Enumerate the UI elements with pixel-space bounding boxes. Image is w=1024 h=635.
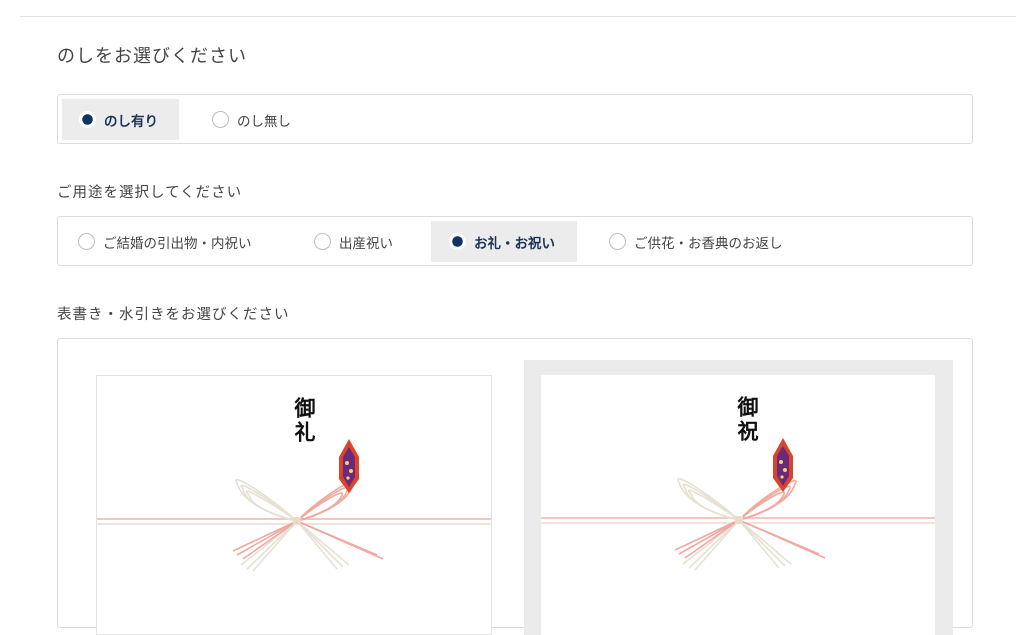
- noshi-no-option[interactable]: のし無し: [212, 99, 332, 140]
- noshi-yes-option[interactable]: のし有り: [62, 99, 179, 140]
- purpose-thanks-label: お礼・お祝い: [474, 235, 555, 252]
- purpose-condolence-option[interactable]: ご供花・お香典のお返し: [609, 221, 829, 262]
- noshi-heading: のしをお選びください: [57, 46, 247, 67]
- radio-unselected-icon[interactable]: [212, 111, 229, 128]
- top-divider: [20, 16, 1016, 17]
- radio-unselected-icon[interactable]: [314, 233, 331, 250]
- omotegaki-heading: 表書き・水引きをお選びください: [57, 307, 290, 323]
- mizuhiki-knot-icon: [541, 438, 935, 571]
- noshi-option-group: のし有り のし無し: [57, 94, 973, 144]
- purpose-birth-label: 出産祝い: [339, 235, 393, 252]
- noshi-card-inner: 御祝: [541, 375, 935, 635]
- omotegaki-panel: 御礼 御祝: [57, 338, 973, 635]
- noshi-no-label: のし無し: [237, 113, 291, 130]
- radio-selected-icon[interactable]: [449, 233, 466, 250]
- radio-unselected-icon[interactable]: [609, 233, 626, 250]
- purpose-wedding-option[interactable]: ご結婚の引出物・内祝い: [78, 221, 278, 262]
- radio-selected-icon[interactable]: [79, 111, 96, 128]
- purpose-option-group: ご結婚の引出物・内祝い 出産祝い お礼・お祝い ご供花・お香典のお返し: [57, 216, 973, 266]
- noshi-yes-label: のし有り: [104, 113, 158, 130]
- purpose-heading: ご用途を選択してください: [57, 185, 243, 201]
- noshi-card-oiwai[interactable]: 御祝: [524, 360, 953, 635]
- noshi-card-orei[interactable]: 御礼: [96, 375, 492, 635]
- purpose-wedding-label: ご結婚の引出物・内祝い: [103, 235, 252, 252]
- radio-unselected-icon[interactable]: [78, 233, 95, 250]
- mizuhiki-knot-icon: [97, 439, 491, 572]
- purpose-birth-option[interactable]: 出産祝い: [314, 221, 424, 262]
- purpose-condolence-label: ご供花・お香典のお返し: [634, 235, 783, 252]
- purpose-thanks-option[interactable]: お礼・お祝い: [431, 221, 577, 262]
